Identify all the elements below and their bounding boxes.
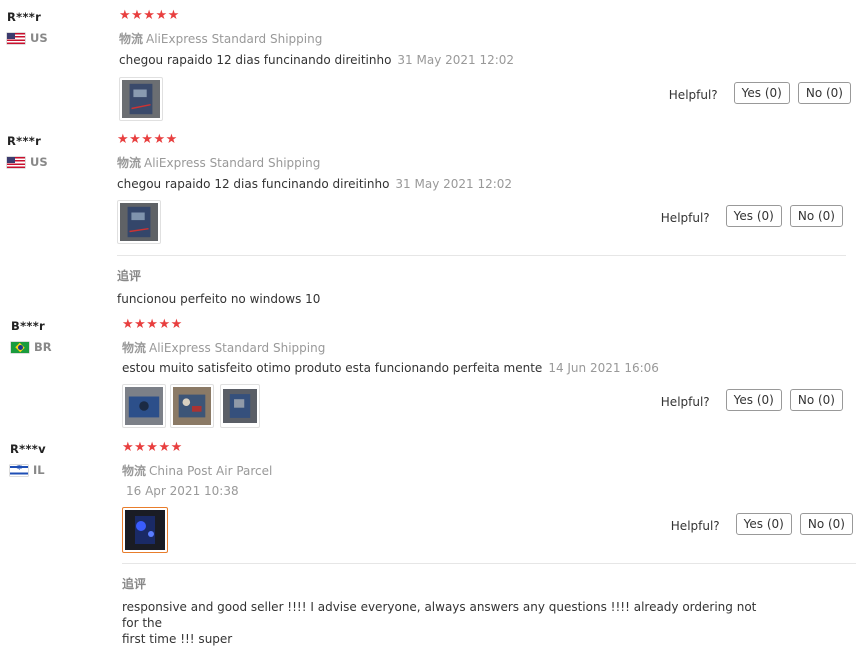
- review-text: chegou rapaido 12 dias funcinando direit…: [119, 53, 514, 67]
- shipping-method: 物流 China Post Air Parcel: [122, 462, 272, 479]
- reviewer-country: US: [7, 155, 48, 169]
- review-body: chegou rapaido 12 dias funcinando direit…: [119, 53, 392, 67]
- review-date: 16 Apr 2021 10:38: [126, 484, 239, 498]
- followup-text: funcionou perfeito no windows 10: [117, 292, 321, 306]
- star-rating: ★★★★★: [122, 440, 183, 455]
- country-code: IL: [33, 463, 45, 477]
- reviewer-info: R***v IL: [10, 442, 46, 477]
- helpful-yes-button[interactable]: Yes (0): [725, 389, 782, 411]
- review-text: chegou rapaido 12 dias funcinando direit…: [117, 177, 512, 191]
- reviewer-name: R***r: [7, 10, 42, 24]
- star-rating: ★★★★★: [119, 8, 180, 23]
- helpful-vote: Helpful? Yes (0) No (0): [671, 513, 853, 535]
- shipping-method: 物流 AliExpress Standard Shipping: [122, 339, 325, 356]
- review-body: estou muito satisfeito otimo produto est…: [122, 361, 543, 375]
- followup-line: responsive and good seller !!!! I advise…: [122, 600, 757, 630]
- followup-line: first time !!! super: [122, 632, 233, 646]
- shipping-label: 物流: [117, 156, 142, 170]
- photo-image: [125, 387, 163, 425]
- helpful-yes-button[interactable]: Yes (0): [735, 513, 792, 535]
- review-date: 31 May 2021 12:02: [397, 53, 515, 67]
- photo-image: [223, 389, 257, 423]
- star-rating: ★★★★★: [117, 132, 178, 147]
- shipping-method: 物流 AliExpress Standard Shipping: [119, 30, 322, 47]
- us-flag-icon: [7, 32, 25, 44]
- review-text: 16 Apr 2021 10:38: [120, 484, 239, 498]
- followup-divider: [122, 563, 856, 564]
- helpful-yes-button[interactable]: Yes (0): [733, 82, 790, 104]
- country-code: US: [30, 31, 48, 45]
- helpful-no-button[interactable]: No (0): [789, 205, 843, 227]
- helpful-vote: Helpful? Yes (0) No (0): [661, 389, 843, 411]
- review-photo-thumbnail[interactable]: [122, 507, 168, 553]
- followup-label: 追评: [122, 577, 147, 591]
- helpful-no-button[interactable]: No (0): [789, 389, 843, 411]
- helpful-label: Helpful?: [660, 211, 710, 225]
- review-date: 31 May 2021 12:02: [395, 177, 513, 191]
- review-text: estou muito satisfeito otimo produto est…: [122, 361, 659, 375]
- shipping-label: 物流: [122, 464, 147, 478]
- review-photo-thumbnail[interactable]: [119, 77, 163, 121]
- photo-image: [173, 387, 211, 425]
- followup-divider: [117, 255, 846, 256]
- review-photo-thumbnail[interactable]: [122, 384, 166, 428]
- helpful-yes-button[interactable]: Yes (0): [725, 205, 782, 227]
- review-date: 14 Jun 2021 16:06: [548, 361, 659, 375]
- review-photo-thumbnail[interactable]: [220, 384, 260, 428]
- review-photo-thumbnail[interactable]: [170, 384, 214, 428]
- helpful-vote: Helpful? Yes (0) No (0): [669, 82, 851, 104]
- helpful-label: Helpful?: [670, 519, 720, 533]
- followup-text: responsive and good seller !!!! I advise…: [122, 599, 762, 647]
- helpful-no-button[interactable]: No (0): [799, 513, 853, 535]
- shipping-value: AliExpress Standard Shipping: [149, 341, 326, 355]
- shipping-label: 物流: [122, 341, 147, 355]
- il-flag-icon: [10, 464, 28, 476]
- review-photo-thumbnail[interactable]: [117, 200, 161, 244]
- photo-image: [122, 80, 160, 118]
- photo-image: [120, 203, 158, 241]
- shipping-label: 物流: [119, 32, 144, 46]
- us-flag-icon: [7, 156, 25, 168]
- helpful-label: Helpful?: [660, 395, 710, 409]
- star-rating: ★★★★★: [122, 317, 183, 332]
- reviewer-country: IL: [10, 463, 46, 477]
- helpful-no-button[interactable]: No (0): [797, 82, 851, 104]
- reviewer-country: BR: [11, 340, 52, 354]
- helpful-vote: Helpful? Yes (0) No (0): [661, 205, 843, 227]
- reviewer-info: R***r US: [7, 134, 48, 169]
- br-flag-icon: [11, 341, 29, 353]
- photo-image: [125, 510, 165, 550]
- reviewer-name: B***r: [11, 319, 45, 333]
- review-body: chegou rapaido 12 dias funcinando direit…: [117, 177, 390, 191]
- reviewer-info: B***r BR: [11, 319, 52, 354]
- reviewer-country: US: [7, 31, 48, 45]
- helpful-label: Helpful?: [668, 88, 718, 102]
- shipping-value: AliExpress Standard Shipping: [146, 32, 323, 46]
- country-code: US: [30, 155, 48, 169]
- shipping-value: China Post Air Parcel: [149, 464, 273, 478]
- shipping-method: 物流 AliExpress Standard Shipping: [117, 154, 320, 171]
- shipping-value: AliExpress Standard Shipping: [144, 156, 321, 170]
- followup-label: 追评: [117, 269, 142, 283]
- reviewer-name: R***v: [10, 442, 46, 456]
- reviewer-name: R***r: [7, 134, 42, 148]
- reviewer-info: R***r US: [7, 10, 48, 45]
- country-code: BR: [34, 340, 52, 354]
